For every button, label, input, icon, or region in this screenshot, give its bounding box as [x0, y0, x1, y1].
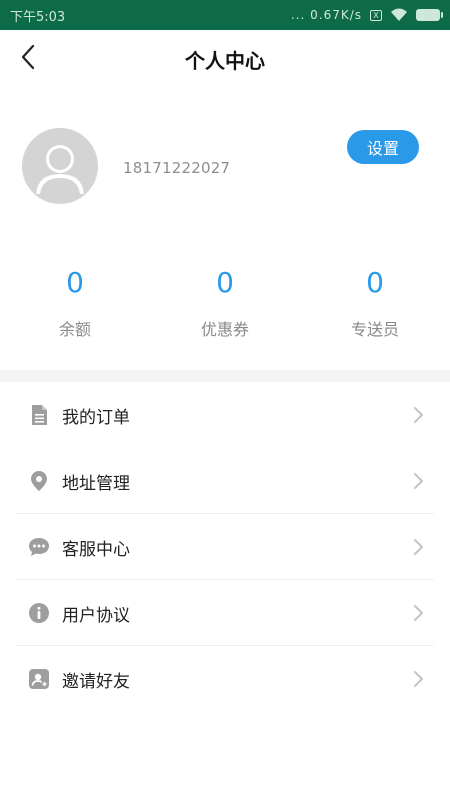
status-bar: 下午5:03 ... 0.67K/s X [0, 0, 450, 30]
avatar[interactable] [22, 128, 98, 204]
settings-button[interactable]: 设置 [347, 130, 419, 164]
invite-user-icon [28, 668, 50, 690]
stat-value: 0 [216, 266, 234, 299]
location-pin-icon [28, 470, 50, 492]
profile-section: 18171222027 设置 0 余额 0 优惠券 0 专送员 [0, 88, 450, 368]
menu-item-orders[interactable]: 我的订单 [0, 382, 450, 448]
chat-bubble-icon [28, 536, 50, 558]
menu-item-agreement[interactable]: 用户协议 [0, 580, 450, 646]
section-divider [0, 370, 450, 382]
info-icon [28, 602, 50, 624]
menu-item-label: 我的订单 [62, 407, 130, 428]
sim-icon: X [370, 9, 382, 21]
stats-row: 0 余额 0 优惠券 0 专送员 [0, 263, 450, 358]
nav-bar: 个人中心 [0, 30, 450, 88]
default-user-icon [36, 145, 84, 194]
chevron-right-icon [414, 671, 423, 687]
network-speed: ... 0.67K/s [290, 8, 362, 22]
menu-item-service[interactable]: 客服中心 [0, 514, 450, 580]
stat-label: 优惠券 [200, 320, 249, 339]
stat-coupons[interactable]: 0 优惠券 [150, 263, 300, 340]
stat-value: 0 [366, 266, 384, 299]
status-indicators: ... 0.67K/s X [290, 8, 443, 22]
chevron-right-icon [414, 473, 423, 489]
menu-item-label: 用户协议 [62, 605, 130, 626]
menu-item-label: 客服中心 [62, 539, 130, 560]
user-phone: 18171222027 [123, 159, 231, 177]
battery-icon [416, 9, 443, 21]
document-icon [28, 404, 50, 426]
stat-balance[interactable]: 0 余额 [0, 263, 150, 340]
chevron-right-icon [414, 605, 423, 621]
menu-item-label: 地址管理 [62, 473, 130, 494]
status-time: 下午5:03 [10, 9, 66, 25]
menu-list: 我的订单 地址管理 客服中心 用户协议 邀请好友 [0, 382, 450, 712]
stat-couriers[interactable]: 0 专送员 [300, 263, 450, 340]
wifi-icon [391, 8, 407, 21]
menu-item-address[interactable]: 地址管理 [0, 448, 450, 514]
stat-value: 0 [66, 266, 84, 299]
stat-label: 余额 [58, 320, 91, 339]
page-title: 个人中心 [185, 48, 265, 73]
chevron-right-icon [414, 407, 423, 423]
back-arrow-icon [21, 44, 35, 70]
stat-label: 专送员 [350, 320, 399, 339]
chevron-right-icon [414, 539, 423, 555]
menu-item-invite[interactable]: 邀请好友 [0, 646, 450, 712]
back-button[interactable] [16, 42, 40, 72]
menu-item-label: 邀请好友 [62, 671, 130, 692]
